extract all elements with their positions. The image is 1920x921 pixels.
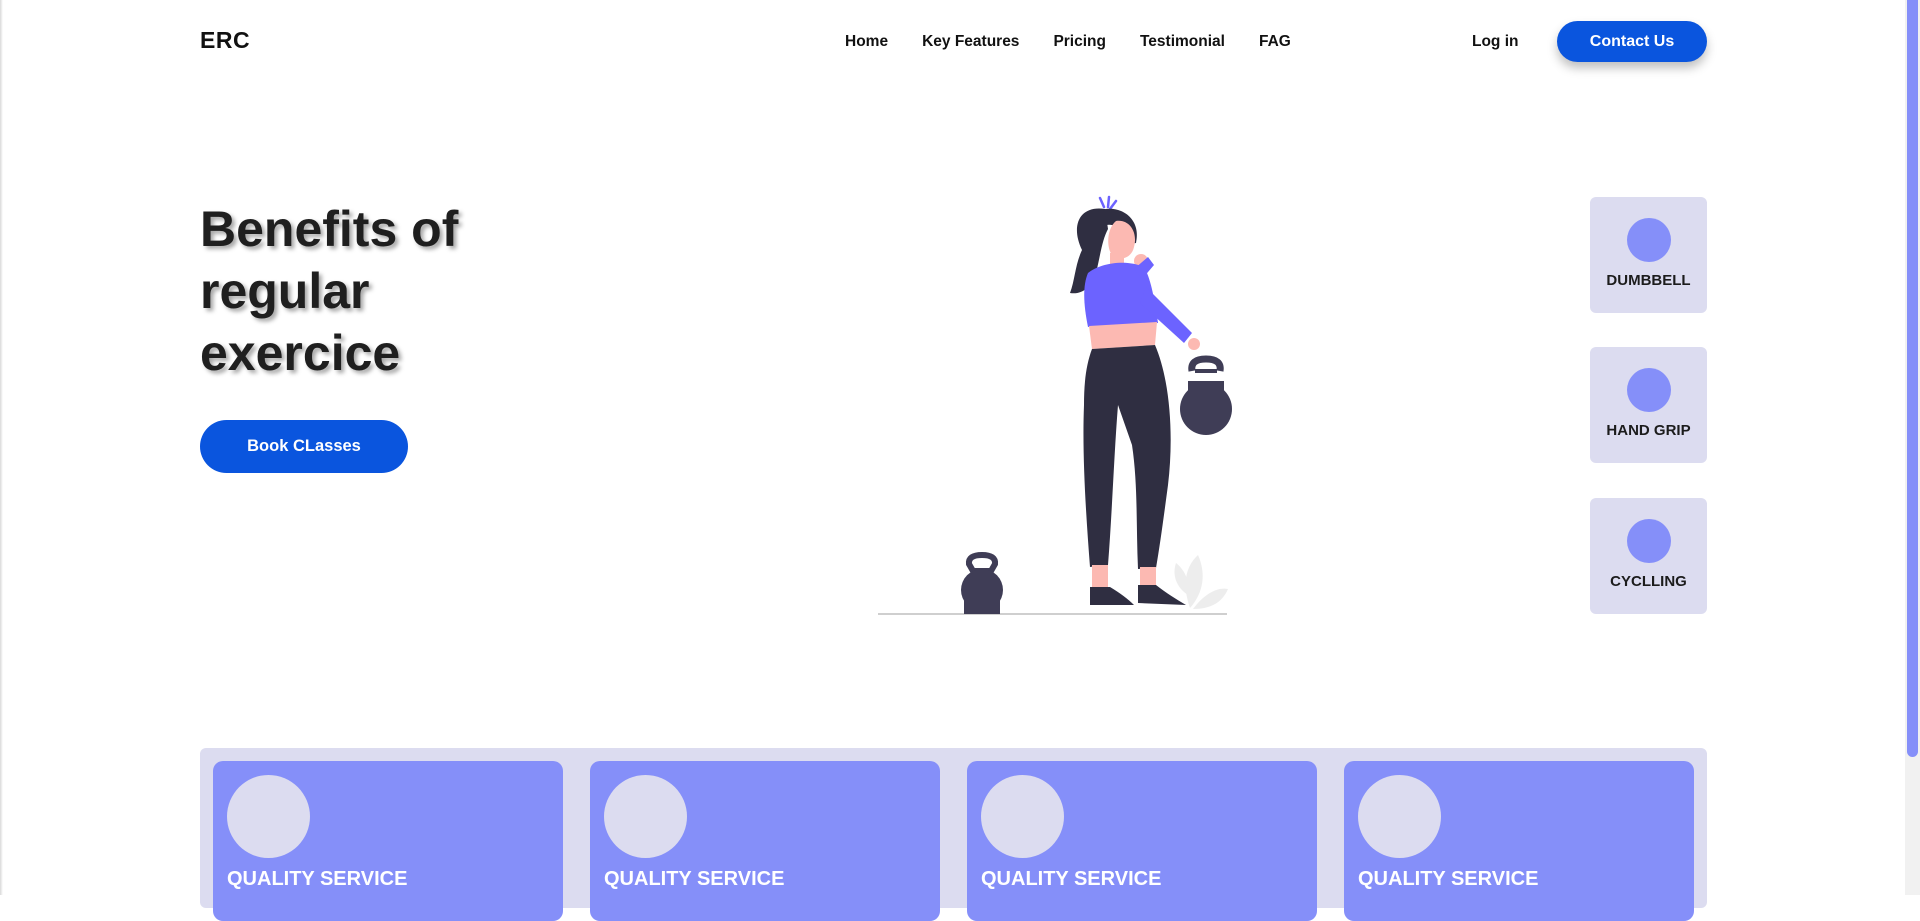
service-title: QUALITY SERVICE xyxy=(604,868,785,890)
service-card[interactable]: QUALITY SERVICE xyxy=(1344,761,1694,921)
card-cycling[interactable]: CYCLLING xyxy=(1590,498,1707,614)
kettlebell-icon xyxy=(1180,355,1232,435)
circle-icon xyxy=(1626,519,1671,563)
book-classes-button[interactable]: Book CLasses xyxy=(200,420,408,473)
woman-kettlebell-illustration xyxy=(878,195,1232,615)
contact-us-button[interactable]: Contact Us xyxy=(1557,21,1707,62)
nav-faq[interactable]: FAG xyxy=(1259,33,1291,51)
site-logo[interactable]: ERC xyxy=(200,27,250,54)
card-cycling-label: CYCLLING xyxy=(1610,573,1687,590)
circle-icon xyxy=(1626,368,1671,412)
login-link[interactable]: Log in xyxy=(1472,33,1519,51)
service-card[interactable]: QUALITY SERVICE xyxy=(213,761,563,921)
vertical-scrollbar[interactable] xyxy=(1905,0,1920,895)
circle-icon xyxy=(1626,218,1671,262)
service-circle-icon xyxy=(227,775,310,858)
services-section: QUALITY SERVICE QUALITY SERVICE QUALITY … xyxy=(200,748,1707,921)
service-title: QUALITY SERVICE xyxy=(981,868,1162,890)
nav-testimonial[interactable]: Testimonial xyxy=(1140,33,1225,51)
nav-key-features[interactable]: Key Features xyxy=(922,33,1019,51)
nav-pricing[interactable]: Pricing xyxy=(1053,33,1106,51)
kettlebell-icon xyxy=(961,551,1003,614)
nav-home[interactable]: Home xyxy=(845,33,888,51)
scrollbar-thumb[interactable] xyxy=(1907,0,1918,757)
service-title: QUALITY SERVICE xyxy=(227,868,408,890)
service-circle-icon xyxy=(1358,775,1441,858)
service-circle-icon xyxy=(604,775,687,858)
service-title: QUALITY SERVICE xyxy=(1358,868,1539,890)
service-card[interactable]: QUALITY SERVICE xyxy=(590,761,940,921)
card-dumbbell-label: DUMBBELL xyxy=(1606,272,1691,289)
service-circle-icon xyxy=(981,775,1064,858)
card-dumbbell[interactable]: DUMBBELL xyxy=(1590,197,1707,313)
service-card[interactable]: QUALITY SERVICE xyxy=(967,761,1317,921)
hero-title: Benefits of regular exercice xyxy=(200,201,459,381)
main-nav: Home Key Features Pricing Testimonial FA… xyxy=(845,33,1325,51)
card-hand-grip[interactable]: HAND GRIP xyxy=(1590,347,1707,463)
window-edge xyxy=(0,0,3,895)
card-hand-grip-label: HAND GRIP xyxy=(1606,422,1691,439)
